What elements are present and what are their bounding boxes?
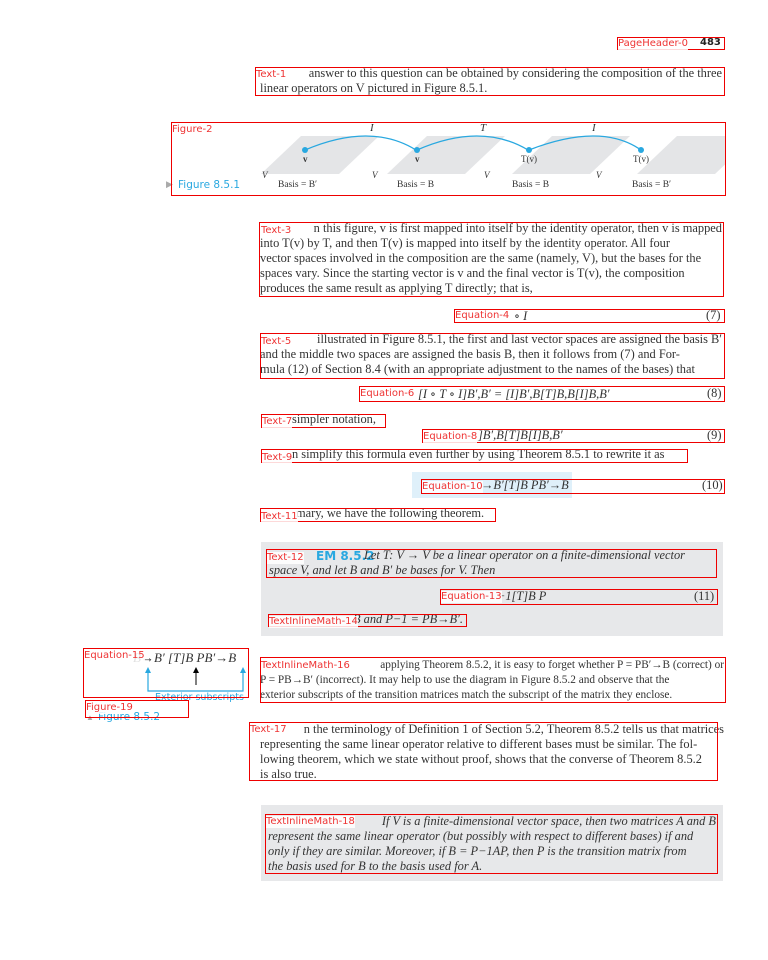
annotation-label: PageHeader-0 xyxy=(618,38,688,50)
annotation-box-figure-2 xyxy=(171,122,726,196)
annotation-label: Text-7 xyxy=(262,416,293,428)
annotation-label: TextInlineMath-14 xyxy=(269,616,358,628)
annotation-label: Text-11 xyxy=(261,511,298,523)
annotation-label: Equation-4 xyxy=(455,310,510,322)
annotation-label: Text-9 xyxy=(262,452,293,464)
annotation-box-text-3 xyxy=(259,222,724,297)
annotation-box-text-5 xyxy=(260,333,725,379)
annotation-label: Equation-6 xyxy=(360,388,415,400)
annotation-label: Text-17 xyxy=(250,724,287,736)
annotation-box-text-1 xyxy=(255,67,725,96)
annotation-label: Text-1 xyxy=(256,69,287,81)
annotation-label: Text-3 xyxy=(261,225,292,237)
document-page: 483 PageHeader-0 answer to this question… xyxy=(0,0,768,960)
annotation-label: Figure-2 xyxy=(172,124,213,136)
annotation-label: Equation-15 xyxy=(84,650,145,662)
annotation-label: Equation-13 xyxy=(441,591,502,603)
annotation-label: Equation-10 xyxy=(422,481,483,493)
annotation-label: TextInlineMath-16 xyxy=(261,660,350,672)
annotation-box-text-9 xyxy=(261,449,688,463)
annotation-label: TextInlineMath-18 xyxy=(266,816,355,828)
annotation-label: Text-5 xyxy=(261,336,292,348)
annotation-box-text-17 xyxy=(249,722,718,781)
annotation-label: Figure-19 xyxy=(86,702,133,714)
annotation-label: Equation-8 xyxy=(423,431,478,443)
annotation-box-text-12 xyxy=(266,549,717,578)
annotation-label: Text-12 xyxy=(267,552,304,564)
